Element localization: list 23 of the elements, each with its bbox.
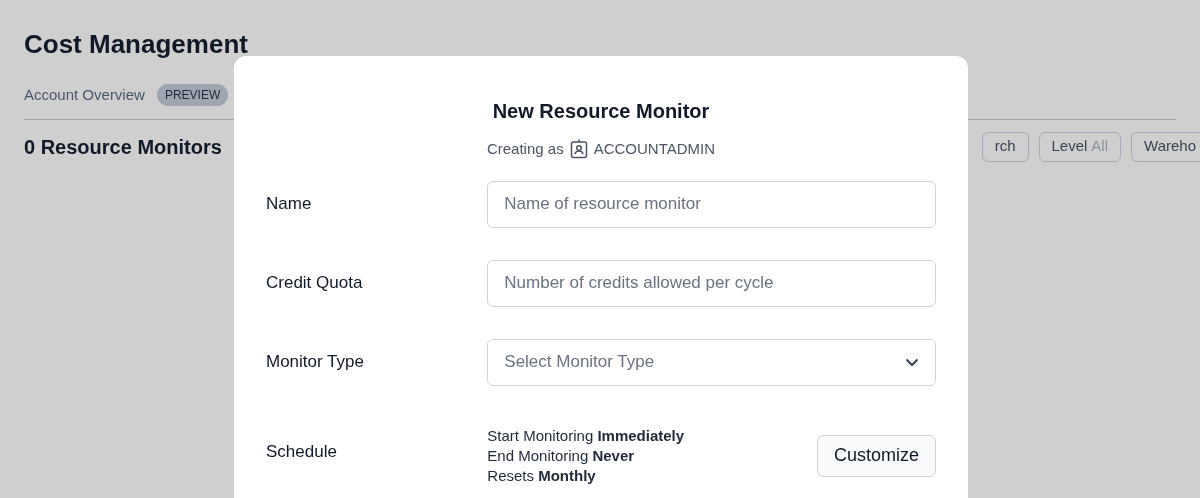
field-label: Name — [266, 193, 313, 216]
filter-button[interactable]: Level All — [1038, 131, 1122, 162]
select-field[interactable]: Select Monitor Type — [487, 338, 936, 386]
preview-badge: PREVIEW — [156, 84, 229, 107]
schedule-line: End Monitoring Never — [487, 445, 636, 466]
field-label: Schedule — [266, 440, 338, 463]
field-label: Credit Quota — [266, 272, 364, 295]
dialog-title: New Resource Monitor — [492, 99, 710, 124]
schedule-line: Start Monitoring Immediately — [487, 425, 685, 446]
customize-button[interactable]: Customize — [816, 434, 936, 477]
tab[interactable]: Account Overview — [24, 84, 145, 107]
chevron-down-icon — [905, 357, 919, 367]
input-field[interactable]: Number of credits allowed per cycle — [487, 259, 936, 307]
role-name: ACCOUNTADMIN — [593, 139, 716, 159]
filter-button[interactable]: rch — [981, 131, 1029, 162]
page-title: Cost Management — [24, 28, 248, 60]
input-field[interactable]: Name of resource monitor — [487, 180, 936, 228]
subtitle: Creating as — [486, 139, 564, 159]
section-heading: 0 Resource Monitors — [24, 134, 222, 160]
field-label: Monitor Type — [266, 351, 365, 374]
schedule-line: Resets Monthly — [487, 465, 597, 486]
user-badge-icon — [569, 139, 588, 160]
filter-button[interactable]: Wareho — [1131, 131, 1200, 162]
